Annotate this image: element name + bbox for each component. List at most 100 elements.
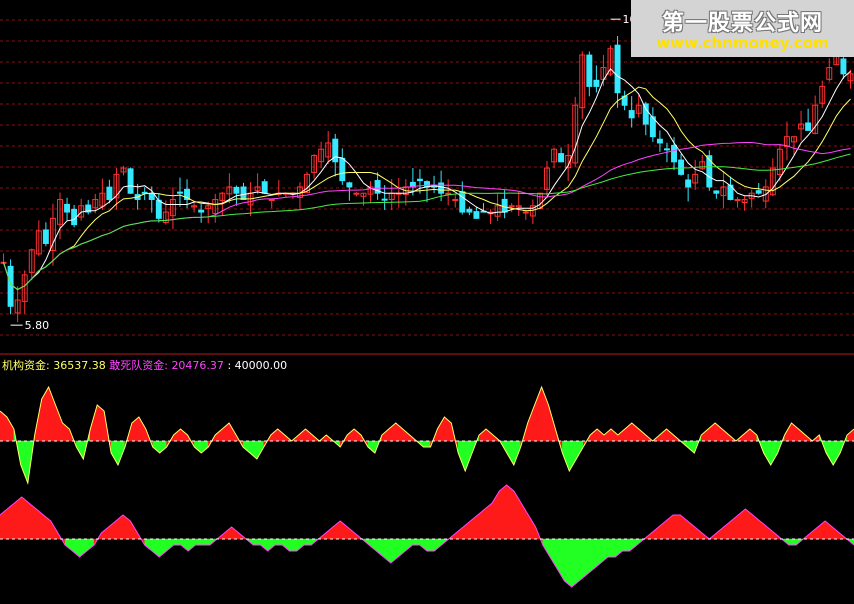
inst-fund-area — [742, 428, 751, 442]
dare-fund-area — [347, 526, 355, 540]
watermark-url: www.chnmoney.com — [656, 34, 829, 52]
candle-body — [642, 103, 649, 125]
inst-fund-area — [478, 428, 487, 442]
inst-fund-area — [666, 428, 674, 442]
candle-body — [656, 138, 663, 144]
dare-fund-area — [260, 538, 269, 552]
dare-fund-area — [506, 484, 515, 540]
inst-fund-area — [701, 428, 709, 442]
ma-line-30 — [3, 142, 851, 291]
inst-fund-area — [687, 440, 695, 454]
dare-fund-area — [14, 496, 22, 540]
dare-fund-area — [296, 538, 305, 552]
candle-body — [671, 144, 677, 163]
candle-body — [346, 182, 353, 188]
inst-fund-area — [41, 386, 49, 442]
candle-body — [586, 54, 593, 87]
dare-fund-area — [578, 538, 587, 582]
candle-body — [840, 58, 847, 75]
inst-fund-area — [770, 440, 778, 466]
dare-fund-area — [166, 538, 174, 552]
candle-body — [459, 191, 466, 213]
candle-body — [268, 198, 275, 201]
candle-body — [452, 198, 459, 201]
inst-fund-area — [846, 428, 854, 442]
inst-fund-area — [437, 416, 445, 442]
dare-fund-area — [101, 526, 109, 540]
inst-fund-area — [527, 404, 535, 442]
dare-fund-area — [651, 526, 659, 540]
dare-fund-area — [64, 538, 73, 552]
chart-stage: 10.675.80 机构资金: 36537.38 敢死队资金: 20476.37… — [0, 0, 854, 604]
dare-fund-area — [433, 538, 442, 552]
candle-body — [501, 198, 508, 213]
dare-fund-area — [622, 538, 630, 552]
dare-fund-area — [282, 538, 290, 552]
dare-fund-area — [405, 538, 413, 552]
candle-body — [593, 79, 600, 87]
candle-body — [678, 159, 685, 175]
candle-body — [155, 199, 162, 219]
candle-body — [438, 182, 445, 194]
dare-fund-area — [253, 538, 261, 546]
dare-fund-area — [412, 538, 421, 546]
inst-fund-area — [589, 428, 598, 442]
dare-fund-area — [187, 538, 196, 552]
dare-fund-area — [303, 538, 312, 546]
dare-fund-area — [491, 490, 500, 540]
dare-fund-area — [672, 514, 681, 540]
candle-body — [685, 179, 692, 188]
inst-fund-area — [353, 428, 362, 442]
inst-fund-area — [242, 440, 251, 454]
candle-body — [148, 192, 155, 200]
inst-fund-area — [798, 428, 806, 442]
candle-body — [198, 209, 205, 213]
candle-body — [64, 203, 71, 213]
legend-label-2: 敢死队资金 — [109, 359, 165, 372]
chart-svg: 10.675.80 — [0, 13, 854, 588]
dare-fund-area — [766, 526, 775, 540]
candle-body — [339, 157, 346, 182]
inst-fund-area — [638, 428, 646, 442]
candle-body — [473, 211, 480, 219]
inst-fund-area — [6, 416, 15, 442]
candle-body — [381, 198, 388, 201]
watermark: 第一股票公式网 www.chnmoney.com — [631, 0, 854, 57]
inst-fund-area — [596, 428, 605, 442]
inst-fund-area — [138, 416, 147, 442]
candle-body — [240, 186, 247, 200]
dare-fund-area — [86, 538, 95, 552]
inst-fund-area — [659, 428, 667, 442]
dare-fund-area — [564, 538, 572, 588]
dare-fund-area — [419, 538, 428, 552]
inst-fund-area — [194, 440, 202, 454]
candle-body — [614, 44, 621, 94]
inst-fund-area — [201, 440, 209, 454]
watermark-title: 第一股票公式网 — [661, 11, 823, 36]
inst-fund-area — [305, 428, 313, 442]
dare-fund-area — [325, 526, 334, 540]
candle-body — [127, 168, 134, 194]
candle-body — [663, 148, 670, 151]
dare-fund-area — [289, 538, 297, 552]
inst-fund-area — [277, 428, 285, 442]
candle-body — [713, 190, 720, 194]
dare-fund-area — [267, 538, 276, 552]
dare-fund-area — [455, 526, 464, 540]
candle-body — [177, 191, 183, 194]
dare-fund-area — [180, 538, 189, 552]
legend-value-2: 20476.37 — [171, 359, 224, 372]
inst-fund-area — [159, 440, 167, 454]
dare-fund-area — [144, 538, 153, 552]
inst-fund-area — [617, 428, 626, 442]
dare-fund-area — [788, 538, 797, 546]
dare-fund-area — [426, 538, 435, 552]
dare-fund-area — [499, 484, 507, 540]
inst-fund-area — [610, 428, 619, 442]
inst-fund-area — [346, 428, 355, 442]
candle-body — [466, 208, 473, 213]
candle-body — [558, 153, 565, 163]
dare-fund-area — [832, 526, 840, 540]
inst-fund-area — [569, 440, 577, 472]
inst-fund-area — [749, 428, 758, 442]
